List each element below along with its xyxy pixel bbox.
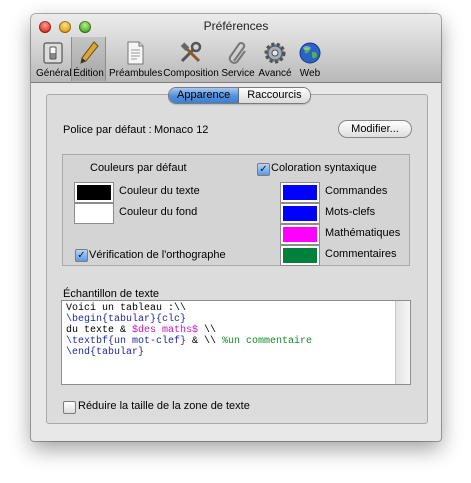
toolbar-web[interactable]: Web: [295, 37, 325, 81]
toolbar-general-label: Général: [36, 68, 72, 79]
tab-apparence[interactable]: Apparence: [169, 88, 240, 103]
toolbar-edition[interactable]: Édition: [71, 37, 106, 81]
sample-line-5: \end{tabular}: [66, 347, 145, 358]
toolbar-composition[interactable]: Composition: [163, 37, 219, 81]
keywords-color-fill: [283, 206, 317, 221]
default-colors-label: Couleurs par défaut: [90, 162, 187, 174]
sample-text-label: Échantillon de texte: [63, 288, 160, 300]
commands-label: Commandes: [325, 185, 388, 197]
comments-label: Commentaires: [325, 248, 397, 260]
sample-line-2: \begin{tabular}{clc}: [66, 314, 187, 325]
sample-line-4-mid: & \\: [186, 336, 223, 347]
keywords-label: Mots-clefs: [325, 206, 376, 218]
tab-raccourcis[interactable]: Raccourcis: [239, 88, 310, 103]
spellcheck-label: Vérification de l'orthographe: [89, 249, 226, 261]
paperclip-icon: [228, 42, 246, 64]
pen-icon: [79, 41, 99, 64]
sample-scrollbar[interactable]: [395, 301, 410, 384]
syntax-coloring-checkbox[interactable]: ✓: [257, 163, 270, 176]
spellcheck-checkbox[interactable]: ✓: [75, 249, 88, 262]
text-color-well[interactable]: [74, 182, 114, 203]
toolbar-avance-label: Avancé: [258, 68, 292, 79]
sample-line-4-comment: %un commentaire: [222, 336, 313, 347]
toolbar-preambules[interactable]: Préambules: [109, 37, 163, 81]
background-color-fill: [77, 206, 111, 221]
default-font-label: Police par défaut :: [63, 124, 152, 136]
toolbar-composition-label: Composition: [163, 68, 219, 79]
document-icon: [127, 41, 144, 65]
tab-segmented-control: Apparence Raccourcis: [168, 87, 311, 104]
background-color-well[interactable]: [74, 203, 114, 224]
reduce-text-area-checkbox[interactable]: [63, 401, 76, 414]
general-switch-icon: [43, 42, 63, 64]
sample-text-content: Voici un tableau :\\ \begin{tabular}{clc…: [66, 303, 312, 358]
tools-icon: [180, 41, 202, 63]
toolbar-edition-label: Édition: [73, 68, 104, 79]
toolbar-service-label: Service: [221, 68, 255, 79]
preferences-window: Préférences Général Édition Préambules C…: [31, 14, 441, 441]
sample-line-4-command: \textbf{un mot-clef}: [66, 336, 187, 347]
comments-color-fill: [283, 248, 317, 263]
sample-line-3-text: du texte &: [66, 325, 133, 336]
toolbar-web-label: Web: [299, 68, 321, 79]
modify-font-button[interactable]: Modifier...: [338, 120, 412, 138]
colors-group: Couleurs par défaut Couleur du texte Cou…: [62, 154, 410, 266]
sample-text-area[interactable]: Voici un tableau :\\ \begin{tabular}{clc…: [61, 300, 411, 385]
commands-color-fill: [283, 185, 317, 200]
text-color-fill: [77, 185, 111, 200]
gear-icon: [264, 42, 286, 64]
reduce-text-area-label: Réduire la taille de la zone de texte: [78, 400, 250, 412]
math-color-fill: [283, 227, 317, 242]
math-color-well[interactable]: [280, 224, 320, 245]
toolbar-general[interactable]: Général: [36, 37, 72, 81]
comments-color-well[interactable]: [280, 245, 320, 266]
toolbar-service[interactable]: Service: [221, 37, 255, 81]
sample-line-1: Voici un tableau :\\: [66, 303, 187, 314]
toolbar-preambules-label: Préambules: [109, 68, 163, 79]
background-color-label: Couleur du fond: [119, 206, 198, 218]
window-title: Préférences: [203, 19, 269, 33]
sample-line-3-math: $des maths$: [132, 325, 199, 336]
sample-line-3-end: \\: [198, 325, 217, 336]
toolbar-avance[interactable]: Avancé: [257, 37, 293, 81]
commands-color-well[interactable]: [280, 182, 320, 203]
title-bar: Préférences Général Édition Préambules C…: [31, 14, 441, 83]
syntax-coloring-label: Coloration syntaxique: [271, 162, 377, 174]
text-color-label: Couleur du texte: [119, 185, 200, 197]
default-font-value: Monaco 12: [154, 124, 209, 136]
globe-icon: [299, 42, 321, 64]
keywords-color-well[interactable]: [280, 203, 320, 224]
math-label: Mathématiques: [325, 227, 401, 239]
